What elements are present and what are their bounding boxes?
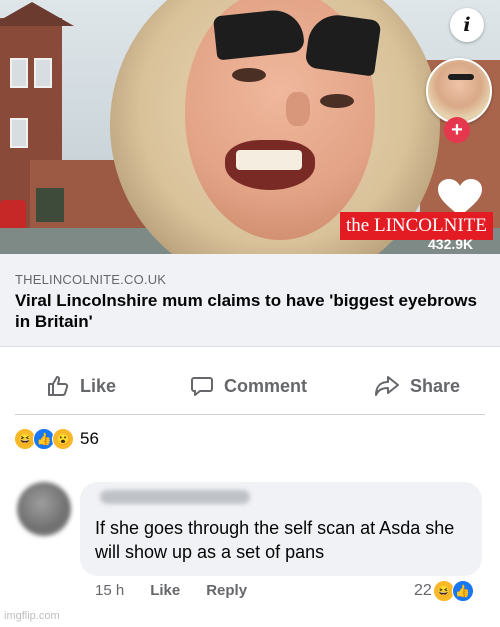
link-domain: THELINCOLNITE.CO.UK	[15, 272, 167, 287]
comment-button[interactable]: Comment	[190, 368, 307, 404]
commenter-avatar[interactable]	[17, 482, 71, 536]
share-icon	[375, 376, 399, 396]
divider	[15, 414, 485, 415]
like-icon: 👍	[451, 580, 474, 602]
post-actions: Like Comment Share	[0, 368, 500, 404]
comment-reply-link[interactable]: Reply	[206, 582, 247, 599]
right-eye	[320, 94, 354, 108]
comment-time[interactable]: 15 h	[95, 582, 124, 599]
thumbs-up-icon	[48, 376, 69, 396]
teeth	[236, 150, 302, 170]
reaction-count: 56	[80, 429, 99, 448]
reaction-summary[interactable]: 😆 👍 😮 56	[14, 428, 99, 450]
comment-text: If she goes through the self scan at Asd…	[95, 518, 455, 562]
comment-reactions[interactable]: 22 😆 👍	[414, 580, 474, 602]
comment-reaction-count: 22	[414, 582, 432, 599]
info-icon[interactable]: i	[450, 8, 484, 42]
share-label: Share	[410, 375, 461, 396]
comment-meta: 15 h Like Reply	[95, 582, 273, 599]
nose	[286, 92, 310, 126]
wheelie-bin	[36, 188, 64, 222]
left-eyebrow	[212, 7, 306, 61]
left-eye	[232, 68, 266, 82]
like-label: Like	[80, 375, 117, 396]
creator-avatar[interactable]	[426, 58, 492, 124]
watermark: imgflip.com	[4, 610, 60, 622]
comment-label: Comment	[224, 375, 308, 396]
link-headline[interactable]: Viral Lincolnshire mum claims to have 'b…	[15, 290, 485, 332]
comment-like-link[interactable]: Like	[150, 582, 180, 599]
commenter-name-blurred[interactable]	[100, 490, 250, 504]
view-count: 432.9K	[428, 236, 474, 252]
wow-icon: 😮	[52, 428, 74, 450]
comment-icon	[191, 377, 213, 396]
like-button[interactable]: Like	[46, 368, 116, 404]
post-image[interactable]: i + the LINCOLNITE 432.9K	[0, 0, 500, 254]
follow-plus-icon[interactable]: +	[444, 117, 470, 143]
share-button[interactable]: Share	[374, 368, 460, 404]
